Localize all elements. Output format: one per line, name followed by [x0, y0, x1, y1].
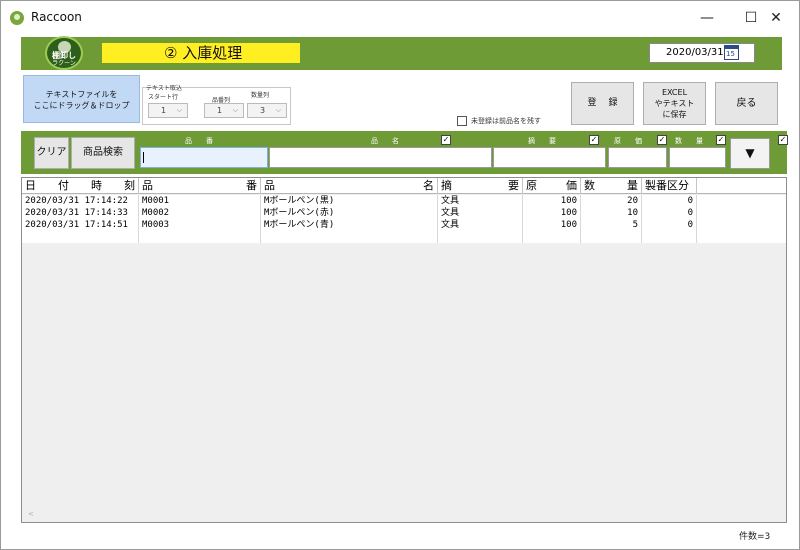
cell-datetime: 2020/03/31 17:14:22 [22, 195, 139, 207]
cell-code: M0001 [139, 195, 261, 207]
cell-note: 文具 [438, 195, 523, 207]
note-filter-label: 摘 要 [528, 137, 556, 145]
cell-name: Mボールペン(赤) [261, 207, 438, 219]
col-header-code[interactable]: 品 番 [139, 178, 261, 194]
text-import-group: テキスト取込 スタート行 品番列 数量列 1 ⌵ 1 ⌵ 3 ⌵ [142, 79, 291, 125]
cell-lot-type: 0 [642, 219, 697, 231]
col-header-datetime[interactable]: 日 付 時 刻 [22, 178, 139, 194]
code-col-select[interactable]: 1 ⌵ [204, 103, 244, 118]
raccoon-logo: 棚卸し ラクーン [45, 36, 83, 70]
chevron-down-icon: ⌵ [275, 106, 281, 114]
qty-filter-input[interactable] [669, 147, 726, 168]
cell-cost [523, 231, 581, 243]
keep-previous-name-checkbox[interactable] [457, 116, 467, 126]
minimize-button[interactable]: — [685, 3, 729, 33]
product-search-button[interactable]: 商品検索 [71, 137, 135, 169]
cell-datetime [22, 231, 139, 243]
table-row[interactable]: 2020/03/31 17:14:22 M0001 Mボールペン(黒) 文具 1… [22, 195, 786, 207]
receipt-grid[interactable]: 日 付 時 刻 品 番 品 名 摘 要 原 価 数 量 製番区分 2020/03… [21, 177, 787, 523]
save-excel-text-2: やテキスト [654, 99, 695, 108]
start-row-select[interactable]: 1 ⌵ [148, 103, 188, 118]
cell-code: M0002 [139, 207, 261, 219]
chevron-down-icon: ⌵ [232, 106, 238, 114]
cost-filter-input[interactable] [608, 147, 667, 168]
qty-filter-checkbox[interactable]: ✓ [716, 135, 726, 145]
col-header-cost[interactable]: 原 価 [523, 178, 581, 194]
cell-lot-type [642, 231, 697, 243]
calendar-icon[interactable]: 15 [724, 45, 739, 60]
logo-text: 棚卸し [52, 51, 76, 60]
cell-qty [581, 231, 642, 243]
cell-qty: 10 [581, 207, 642, 219]
col-header-lot-type[interactable]: 製番区分 [642, 178, 697, 194]
cell-lot-type: 0 [642, 195, 697, 207]
keep-previous-name-label: 未登録は前品名を残す [471, 117, 541, 125]
cell-qty: 5 [581, 219, 642, 231]
save-excel-button[interactable]: EXCEL やテキスト に保存 [643, 82, 706, 125]
dropdown-button[interactable]: ▼ [730, 138, 770, 169]
cell-lot-type: 0 [642, 207, 697, 219]
qty-col-select[interactable]: 3 ⌵ [247, 103, 287, 118]
chevron-down-icon: ⌵ [176, 106, 182, 114]
cell-note: 文具 [438, 219, 523, 231]
col-header-qty[interactable]: 数 量 [581, 178, 642, 194]
cell-datetime: 2020/03/31 17:14:33 [22, 207, 139, 219]
raccoon-app-icon [10, 11, 24, 25]
grid-header: 日 付 時 刻 品 番 品 名 摘 要 原 価 数 量 製番区分 [22, 178, 786, 194]
cell-cost: 100 [523, 219, 581, 231]
cell-qty: 20 [581, 195, 642, 207]
col-header-name[interactable]: 品 名 [261, 178, 438, 194]
qty-col-label: 数量列 [251, 92, 270, 99]
import-group-label: テキスト取込 [146, 85, 182, 92]
drop-zone-text-2: ここにドラッグ＆ドロップ [33, 101, 130, 110]
close-button[interactable]: ✕ [753, 3, 799, 33]
cell-cost: 100 [523, 195, 581, 207]
scroll-left-icon[interactable]: < [28, 510, 34, 518]
cell-datetime: 2020/03/31 17:14:51 [22, 219, 139, 231]
screen-title: ② 入庫処理 [102, 43, 300, 63]
col-header-note[interactable]: 摘 要 [438, 178, 523, 194]
back-button[interactable]: 戻る [715, 82, 778, 125]
table-row[interactable]: 2020/03/31 17:14:51 M0003 Mボールペン(青) 文具 1… [22, 219, 786, 231]
cell-name [261, 231, 438, 243]
window-title: Raccoon [31, 10, 82, 24]
record-count: 件数=3 [739, 532, 771, 542]
date-value: 2020/03/31 [666, 47, 724, 58]
extra-filter-checkbox[interactable]: ✓ [778, 135, 788, 145]
table-row-new[interactable] [22, 231, 786, 243]
note-filter-input[interactable] [493, 147, 606, 168]
cell-name: Mボールペン(黒) [261, 195, 438, 207]
clear-button[interactable]: クリア [34, 137, 69, 169]
cell-code: M0003 [139, 219, 261, 231]
start-row-label: スタート行 [148, 94, 179, 101]
drop-zone-text-1: テキストファイルを [45, 90, 118, 99]
cost-filter-label: 原 価 [614, 137, 642, 145]
date-picker[interactable]: 2020/03/31 15 [649, 43, 755, 63]
logo-subtext: ラクーン [52, 60, 76, 67]
file-drop-zone[interactable]: テキストファイルを ここにドラッグ＆ドロップ [23, 75, 140, 123]
table-row[interactable]: 2020/03/31 17:14:33 M0002 Mボールペン(赤) 文具 1… [22, 207, 786, 219]
code-filter-input[interactable] [140, 147, 268, 168]
save-excel-text-1: EXCEL [661, 88, 688, 97]
qty-filter-label: 数 量 [675, 137, 703, 145]
title-bar: Raccoon — ☐ ✕ [1, 1, 799, 35]
name-filter-checkbox[interactable]: ✓ [441, 135, 451, 145]
note-filter-checkbox[interactable]: ✓ [589, 135, 599, 145]
cell-note [438, 231, 523, 243]
name-filter-input[interactable] [269, 147, 492, 168]
cell-code [139, 231, 261, 243]
cost-filter-checkbox[interactable]: ✓ [657, 135, 667, 145]
cell-cost: 100 [523, 207, 581, 219]
name-filter-label: 品 名 [371, 137, 399, 145]
code-filter-label: 品 番 [185, 137, 213, 145]
app-window: Raccoon — ☐ ✕ 棚卸し ラクーン ② 入庫処理 2020/03/31… [0, 0, 800, 550]
cell-name: Mボールペン(青) [261, 219, 438, 231]
calendar-day: 15 [726, 50, 735, 58]
register-button[interactable]: 登録 [571, 82, 634, 125]
cell-note: 文具 [438, 207, 523, 219]
save-excel-text-3: に保存 [662, 110, 687, 119]
